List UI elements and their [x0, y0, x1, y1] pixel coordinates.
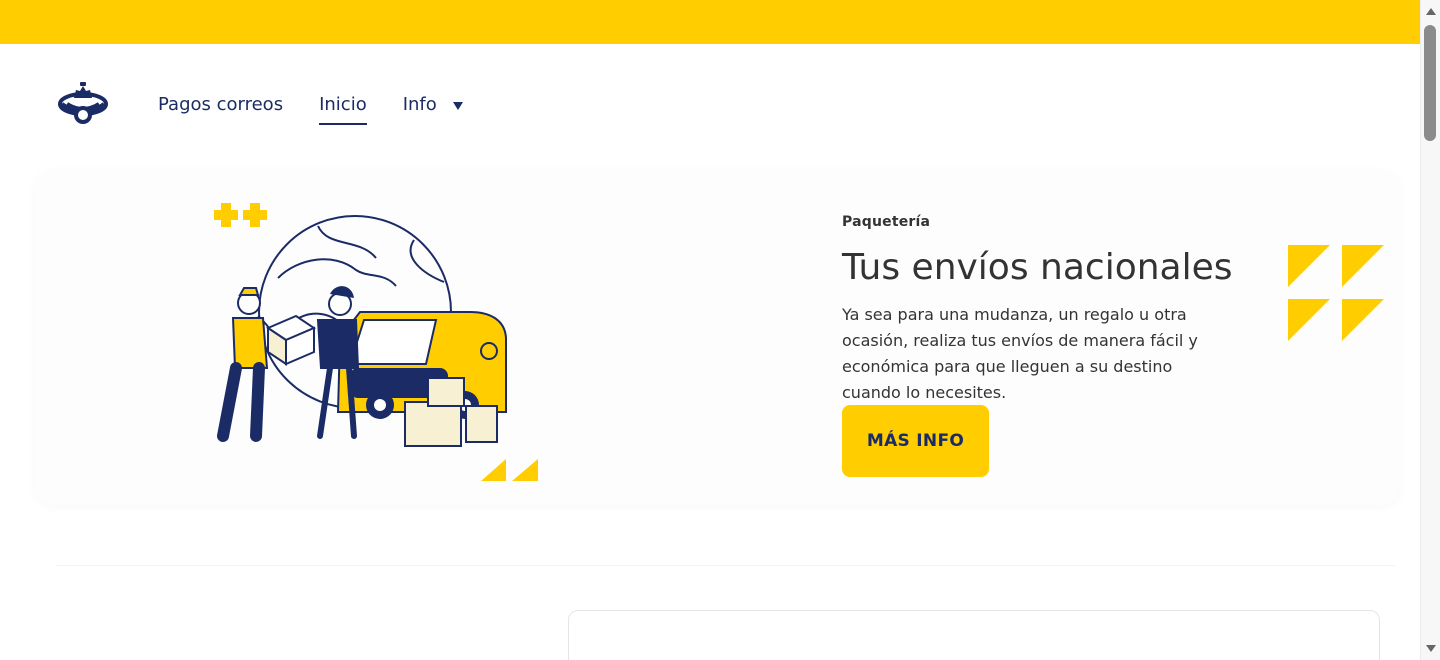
- page: Pagos correos Inicio Info Paquetería Tus…: [0, 0, 1440, 660]
- content-card: [568, 610, 1380, 660]
- hero-copy: Paquetería Tus envíos nacionales Ya sea …: [842, 214, 1252, 406]
- scrollbar[interactable]: [1420, 0, 1440, 660]
- section-divider: [55, 565, 1395, 566]
- top-yellow-strip: [0, 0, 1420, 44]
- hero-description: Ya sea para una mudanza, un regalo u otr…: [842, 304, 1198, 402]
- mas-info-button[interactable]: MÁS INFO: [842, 405, 989, 477]
- scroll-up-icon[interactable]: [1426, 8, 1436, 15]
- header: Pagos correos Inicio Info: [0, 44, 1420, 170]
- plus-icon: [214, 203, 267, 227]
- hero-eyebrow: Paquetería: [842, 214, 931, 230]
- chevron-down-icon: [452, 101, 463, 110]
- package-held-icon: [265, 314, 317, 366]
- yellow-triangle-pattern-icon: [1288, 245, 1384, 341]
- hero-title: Tus envíos nacionales: [842, 247, 1233, 288]
- mas-info-button-label: MÁS INFO: [866, 431, 965, 451]
- delivery-illustration: [200, 200, 550, 490]
- scroll-thumb[interactable]: [1424, 25, 1436, 141]
- scroll-down-icon[interactable]: [1426, 645, 1436, 652]
- triangle-pattern-icon: [481, 459, 538, 481]
- nav-item-pagos-correos[interactable]: Pagos correos: [158, 94, 283, 115]
- correos-logo-icon[interactable]: [54, 80, 112, 132]
- person-right-icon: [316, 286, 360, 439]
- nav-item-inicio[interactable]: Inicio: [319, 94, 367, 125]
- main-nav: Pagos correos Inicio Info: [158, 94, 463, 125]
- nav-item-label: Inicio: [319, 94, 367, 115]
- nav-item-info[interactable]: Info: [403, 94, 463, 115]
- nav-item-label: Info: [402, 94, 437, 115]
- person-left-icon: [217, 287, 269, 442]
- nav-item-label: Pagos correos: [158, 94, 284, 115]
